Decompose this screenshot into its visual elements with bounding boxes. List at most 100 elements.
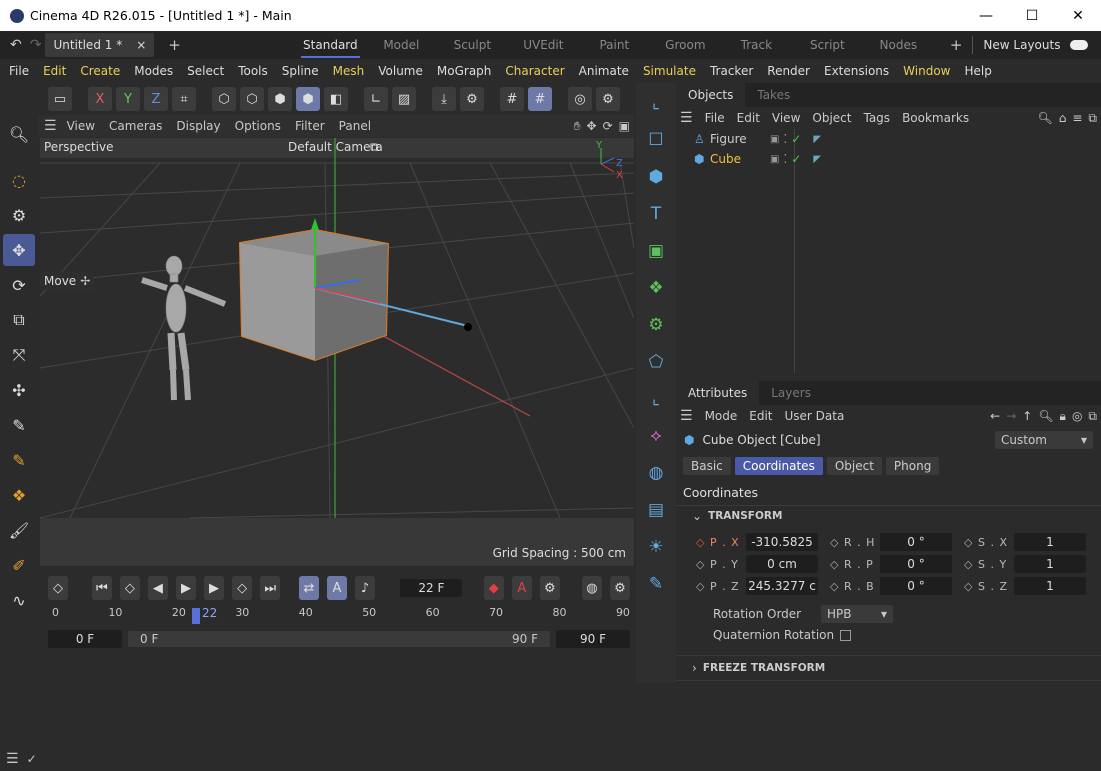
add-layout-button[interactable]: + [950, 36, 963, 54]
loop-icon[interactable]: ⇄ [298, 576, 319, 600]
auto-record-icon[interactable]: A [511, 576, 532, 600]
cube-object-icon[interactable]: ⬢ [639, 160, 673, 194]
object-row[interactable]: ♙ Figure ▣ ⁚ ✓ ◤ [676, 129, 1101, 149]
objects-menu-bookmarks[interactable]: Bookmarks [902, 111, 969, 125]
s-value-field[interactable]: 1 [1014, 577, 1086, 595]
close-tab-icon[interactable]: × [136, 38, 146, 52]
rotate-tool-icon[interactable]: ⟳ [3, 269, 35, 301]
polygons-mode-icon[interactable]: ⬢ [268, 87, 292, 111]
soft-selection-icon[interactable]: ⤓ [432, 87, 456, 111]
model-mode-icon[interactable]: ⬢ [296, 87, 320, 111]
s-key-icon[interactable]: ◇ [964, 580, 978, 593]
snap-icon[interactable]: # [500, 87, 524, 111]
axis-mode-icon[interactable]: ∟ [364, 87, 388, 111]
rotation-order-dropdown[interactable]: HPB ▾ [821, 605, 893, 623]
layout-tab-script[interactable]: Script [792, 38, 863, 52]
quaternion-rotation-checkbox[interactable] [840, 629, 852, 641]
maximize-view-icon[interactable]: ▣ [619, 119, 630, 133]
p-key-icon[interactable]: ◇ [696, 558, 710, 571]
object-name[interactable]: Figure [710, 132, 754, 146]
tweak-mode-icon[interactable]: ⚙ [460, 87, 484, 111]
hamburger-menu-icon[interactable]: ☰ [44, 118, 57, 134]
p-value-field[interactable]: 0 cm [746, 555, 818, 573]
tab-layers[interactable]: Layers [759, 381, 823, 405]
tab-objects[interactable]: Objects [676, 83, 746, 107]
target-icon[interactable]: ◎ [1072, 409, 1082, 423]
layout-tab-paint[interactable]: Paint [579, 38, 650, 52]
next-frame-icon[interactable]: ▶ [204, 576, 225, 600]
menu-volume[interactable]: Volume [371, 64, 430, 78]
y-axis-lock-button[interactable]: Y [116, 87, 140, 111]
menu-modes[interactable]: Modes [127, 64, 180, 78]
objects-menu-view[interactable]: View [772, 111, 800, 125]
spline-sketch-icon[interactable]: ✎ [3, 444, 35, 476]
objects-menu-object[interactable]: Object [812, 111, 851, 125]
x-axis-lock-button[interactable]: X [88, 87, 112, 111]
effector-icon[interactable]: ⚙ [639, 308, 673, 342]
menu-animate[interactable]: Animate [572, 64, 636, 78]
p-value-field[interactable]: 245.3277 c [746, 577, 818, 595]
camera-light-icon[interactable]: ▤ [639, 493, 673, 527]
null-object-icon[interactable]: ⌞ [639, 382, 673, 416]
search-icon[interactable]: 🔍︎ [1038, 409, 1053, 423]
maximize-button[interactable]: ☐ [1009, 0, 1055, 31]
coordinate-system-icon[interactable]: ⌗ [172, 87, 196, 111]
field-object-icon[interactable]: ⟡ [639, 419, 673, 453]
attributes-menu-user-data[interactable]: User Data [785, 409, 845, 423]
next-key-icon[interactable]: ◇ [232, 576, 253, 600]
enabled-check-icon[interactable]: ✓ [791, 132, 801, 146]
autokey-icon[interactable]: A [326, 576, 348, 600]
menu-mesh[interactable]: Mesh [326, 64, 372, 78]
menu-simulate[interactable]: Simulate [636, 64, 703, 78]
chevron-right-icon[interactable]: › [692, 661, 697, 675]
p-key-icon[interactable]: ◇ [696, 536, 710, 549]
document-tab[interactable]: Untitled 1 * × [45, 33, 155, 57]
live-selection-icon[interactable]: ◌ [3, 164, 35, 196]
layout-tab-sculpt[interactable]: Sculpt [437, 38, 508, 52]
camera-object-icon[interactable]: ⌞ [639, 86, 673, 120]
close-window-button[interactable]: ✕ [1055, 0, 1101, 31]
visibility-icon[interactable]: ▣ [770, 134, 779, 145]
tab-attributes[interactable]: Attributes [676, 381, 760, 405]
r-value-field[interactable]: 0 ° [880, 555, 952, 573]
s-value-field[interactable]: 1 [1014, 555, 1086, 573]
preset-dropdown[interactable]: Custom ▾ [995, 431, 1093, 449]
lock-icon[interactable]: 🔒︎ [1060, 409, 1066, 424]
viewport-menu-cameras[interactable]: Cameras [109, 119, 162, 133]
z-axis-lock-button[interactable]: Z [144, 87, 168, 111]
hamburger-menu-icon[interactable]: ☰ [680, 408, 693, 424]
environment-icon[interactable]: ◍ [639, 456, 673, 490]
scale-points-icon[interactable]: ✣ [3, 374, 35, 406]
render-settings-icon[interactable]: ⚙ [596, 87, 620, 111]
cloner-icon[interactable]: ❖ [3, 479, 35, 511]
chevron-down-icon[interactable]: ⌄ [692, 509, 702, 523]
layout-tab-groom[interactable]: Groom [650, 38, 721, 52]
p-value-field[interactable]: -310.5825 [746, 533, 818, 551]
viewport-menu-filter[interactable]: Filter [295, 119, 325, 133]
edges-mode-icon[interactable]: ⬡ [240, 87, 264, 111]
subtab-basic[interactable]: Basic [683, 457, 731, 475]
record-icon[interactable]: ◆ [483, 576, 504, 600]
menu-tools[interactable]: Tools [231, 64, 275, 78]
hamburger-menu-icon[interactable]: ☰ [6, 751, 19, 767]
menu-create[interactable]: Create [73, 64, 127, 78]
r-value-field[interactable]: 0 ° [880, 577, 952, 595]
minimize-button[interactable]: — [963, 0, 1009, 31]
sculpt-brush-icon[interactable]: ✐ [3, 549, 35, 581]
timeline-settings-icon[interactable]: ⚙ [609, 576, 631, 600]
viewport-menu-view[interactable]: View [67, 119, 95, 133]
up-arrow-icon[interactable]: ↑ [1022, 409, 1032, 423]
menu-tracker[interactable]: Tracker [703, 64, 760, 78]
workplane-icon[interactable]: ◎ [568, 87, 592, 111]
layer-dots-icon[interactable]: ⁚ [783, 132, 787, 146]
hamburger-menu-icon[interactable]: ☰ [680, 110, 693, 126]
previous-key-icon[interactable]: ◇ [119, 576, 140, 600]
attributes-menu-mode[interactable]: Mode [705, 409, 738, 423]
menu-character[interactable]: Character [498, 64, 571, 78]
freeze-transform-label[interactable]: FREEZE TRANSFORM [703, 662, 825, 674]
play-icon[interactable]: ▶ [175, 576, 197, 600]
texture-mode-icon[interactable]: ▨ [392, 87, 416, 111]
motion-system-icon[interactable]: ◍ [581, 576, 602, 600]
rotate-view-icon[interactable]: ⟳ [603, 119, 613, 133]
add-tab-button[interactable]: + [168, 36, 181, 54]
